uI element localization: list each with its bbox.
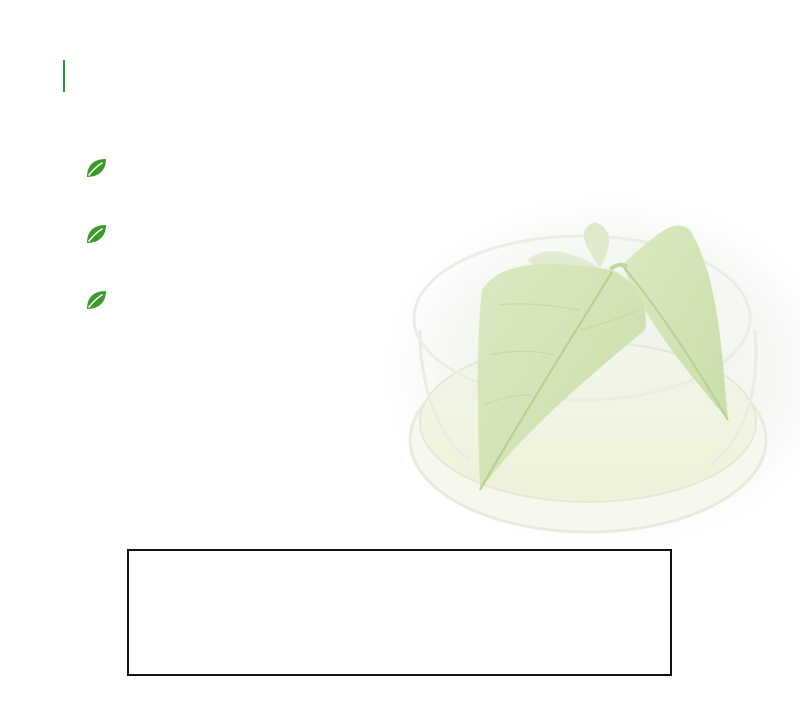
title-accent-bar	[63, 60, 65, 92]
list-item	[85, 156, 119, 180]
leaf-icon	[85, 223, 107, 245]
info-box	[127, 549, 672, 676]
list-item	[85, 288, 119, 312]
list-item	[85, 222, 119, 246]
plant-petri-dish-image	[350, 190, 800, 540]
leaf-icon	[85, 157, 107, 179]
page	[0, 0, 800, 714]
feature-list	[85, 156, 119, 354]
leaf-icon	[85, 289, 107, 311]
